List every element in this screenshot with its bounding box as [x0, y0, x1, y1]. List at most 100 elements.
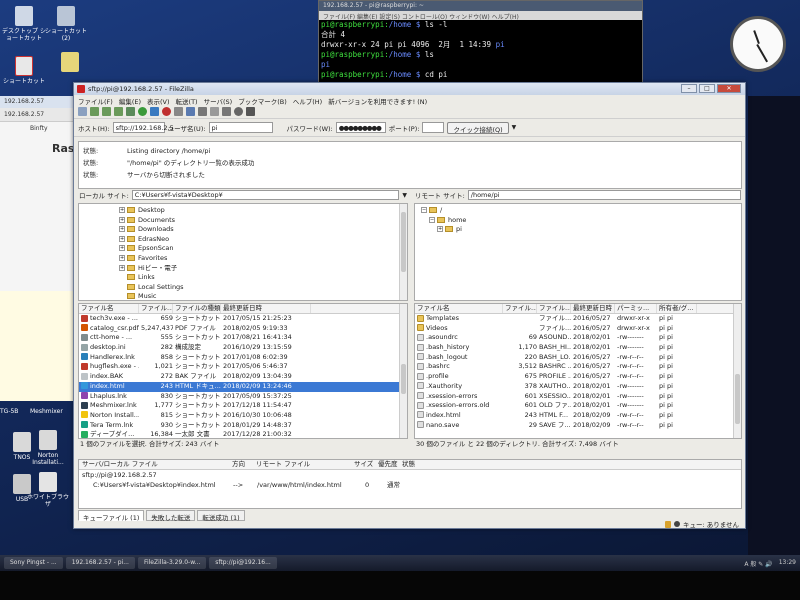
local-path-input[interactable]: C:¥Users¥f-vista¥Desktop¥ — [131, 190, 400, 200]
column-permissions[interactable]: パーミッ... — [615, 304, 657, 313]
host-input[interactable]: sftp://192.168.2.5 — [112, 122, 174, 133]
queue-column-local[interactable]: サーバ/ローカル ファイル — [79, 460, 229, 469]
file-row[interactable]: Meshmixer.lnk 1,777 ショートカット 2017/12/18 11:5… — [79, 401, 407, 411]
clock-gadget[interactable] — [730, 16, 786, 72]
local-tree[interactable]: + Desktop + Documents + Downloads + EdrasNeo + Ep… — [78, 203, 408, 301]
file-row[interactable]: catalog_csr.pdf 5,247,437 PDF ファイル 2018/02/… — [79, 324, 407, 334]
expand-icon[interactable]: + — [119, 207, 125, 213]
tree-item[interactable]: + EpsonScan — [119, 244, 407, 254]
file-row[interactable]: .bash_history 1,170 BASH_HI... 2018/02/01 -r… — [415, 343, 741, 353]
file-row[interactable]: Videos ファイル... 2016/05/27 drwxr-xr-x pi pi — [415, 324, 741, 334]
tree-item[interactable]: Local Settings — [119, 283, 407, 293]
menu-help[interactable]: ヘルプ(H) — [293, 96, 322, 106]
maximize-button[interactable]: □ — [699, 84, 715, 93]
column-size[interactable]: ファイル... — [139, 304, 173, 313]
desktop-icon[interactable]: ショートカット — [2, 56, 46, 85]
tree-item-root[interactable]: − / — [421, 206, 741, 216]
toggle-local-tree-icon[interactable] — [102, 107, 111, 116]
quickconnect-dropdown-icon[interactable]: ▼ — [512, 124, 517, 131]
transfer-queue[interactable]: サーバ/ローカル ファイル 方向 リモート ファイル サイズ 優先度 状態 sf… — [78, 459, 742, 509]
file-row[interactable]: tech3v.exe - ... 659 ショートカット 2017/05/15 21:… — [79, 314, 407, 324]
tab-failed-transfers[interactable]: 失敗した転送 — [146, 510, 196, 522]
column-modified[interactable]: 最終更新日時 — [221, 304, 311, 313]
menu-file[interactable]: ファイル(F) — [78, 96, 113, 106]
local-tree-scrollbar[interactable] — [399, 204, 407, 300]
taskbar-item[interactable]: 192.168.2.57 - pi... — [65, 557, 135, 569]
queue-item-row[interactable]: C:¥Users¥f-vista¥Desktop¥index.html --> … — [79, 480, 741, 490]
reconnect-icon[interactable] — [186, 107, 195, 116]
file-row[interactable]: .bashrc 3,512 BASHRC ... 2016/05/27 -rw-r--r… — [415, 362, 741, 372]
menu-transfer[interactable]: 転送(T) — [176, 96, 198, 106]
quickconnect-button[interactable]: クイック接続(Q) — [447, 121, 509, 134]
scroll-thumb[interactable] — [735, 374, 740, 424]
toggle-log-icon[interactable] — [90, 107, 99, 116]
remote-file-list[interactable]: ファイル名 ファイル... ファイル... 最終更新日時 パーミッ... 所有者… — [414, 303, 742, 439]
column-owner[interactable]: 所有者/グ... — [657, 304, 697, 313]
expand-icon[interactable]: + — [119, 264, 125, 271]
scroll-thumb[interactable] — [401, 364, 406, 394]
filter-icon[interactable] — [198, 107, 207, 116]
file-row[interactable]: .xsession-errors.old 601 OLD ファ... 2018/02/… — [415, 401, 741, 411]
tree-item-pi[interactable]: + pi — [421, 225, 741, 235]
tree-item[interactable]: Music — [119, 292, 407, 300]
column-type[interactable]: ファイル... — [537, 304, 571, 313]
username-input[interactable]: pi — [208, 122, 273, 133]
collapse-icon[interactable]: − — [421, 207, 427, 213]
tree-item[interactable]: + Downloads — [119, 225, 407, 235]
filezilla-window[interactable]: sftp://pi@192.168.2.57 - FileZilla – □ ✕… — [73, 82, 746, 529]
tree-item[interactable]: Links — [119, 273, 407, 283]
expand-icon[interactable]: + — [119, 245, 125, 252]
file-row[interactable]: .asoundrc 69 ASOUND... 2018/02/01 -rw-------… — [415, 333, 741, 343]
collapse-icon[interactable]: − — [429, 216, 435, 223]
file-row[interactable]: Templates ファイル... 2016/05/27 drwxr-xr-x pi p… — [415, 314, 741, 324]
scroll-thumb[interactable] — [401, 212, 406, 272]
refresh-icon[interactable] — [138, 107, 147, 116]
queue-column-size[interactable]: サイズ — [351, 460, 375, 469]
queue-column-remote[interactable]: リモート ファイル — [253, 460, 351, 469]
password-input[interactable]: ●●●●●●●●● — [335, 122, 386, 133]
desktop-icon[interactable]: ホワイトブラウザ — [26, 472, 70, 508]
queue-column-priority[interactable]: 優先度 — [375, 460, 399, 469]
desktop-icon[interactable]: デスクトップ ショートカット — [2, 6, 46, 42]
process-queue-icon[interactable] — [150, 107, 159, 116]
desktop-icon[interactable]: ショートカット (2) — [44, 6, 88, 42]
expand-icon[interactable]: + — [437, 226, 443, 233]
window-titlebar[interactable]: sftp://pi@192.168.2.57 - FileZilla – □ ✕ — [74, 83, 745, 95]
file-row[interactable]: Handlerex.lnk 858 ショートカット 2017/01/08 6:02:3… — [79, 353, 407, 363]
site-manager-icon[interactable] — [78, 107, 87, 116]
local-file-list[interactable]: ファイル名 ファイル... ファイルの種類 最終更新日時 tech3v.exe … — [78, 303, 408, 439]
binoculars-icon[interactable] — [246, 107, 255, 116]
column-filename[interactable]: ファイル名 — [79, 304, 139, 313]
taskbar-clock[interactable]: 13:29 — [779, 559, 796, 568]
port-input[interactable] — [422, 122, 445, 133]
queue-column-status[interactable]: 状態 — [399, 460, 439, 469]
expand-icon[interactable]: + — [119, 216, 125, 223]
file-row[interactable]: Norton Install... 815 ショートカット 2016/10/30 10… — [79, 411, 407, 421]
expand-icon[interactable]: + — [119, 226, 125, 233]
search-icon[interactable] — [234, 107, 243, 116]
file-row[interactable]: index.BAK 272 BAK ファイル 2018/02/09 13:04:39 — [79, 372, 407, 382]
cancel-icon[interactable] — [162, 107, 171, 116]
toggle-queue-icon[interactable] — [126, 107, 135, 116]
tree-item[interactable]: + Documents — [119, 216, 407, 226]
menu-edit[interactable]: 編集(E) — [119, 96, 141, 106]
tree-item[interactable]: + Hiビー・電子 — [119, 264, 407, 274]
taskbar-item[interactable]: FileZilla-3.29.0-w... — [137, 557, 207, 569]
expand-icon[interactable]: + — [119, 254, 125, 261]
dropdown-icon[interactable]: ▼ — [402, 192, 407, 199]
tray-icons[interactable]: A 般 ✎ 🔊 — [744, 559, 772, 568]
file-row[interactable]: desktop.ini 282 構成設定 2016/10/29 13:15:59 — [79, 343, 407, 353]
remote-tree[interactable]: − / − home + pi — [414, 203, 742, 301]
file-row[interactable]: Lhaplus.lnk 830 ショートカット 2017/05/09 15:37:25 — [79, 392, 407, 402]
menu-new-version[interactable]: 新バージョンを利用できます! (N) — [328, 96, 427, 106]
column-filename[interactable]: ファイル名 — [415, 304, 503, 313]
file-row[interactable]: Tera Term.lnk 930 ショートカット 2018/01/29 14:48:… — [79, 421, 407, 431]
terminal-window[interactable]: 192.168.2.57 - pi@raspberrypi: ~ ファイル(F)… — [318, 0, 643, 86]
remote-list-scrollbar[interactable] — [733, 304, 741, 438]
taskbar-item[interactable]: sftp://pi@192.16... — [209, 557, 277, 569]
taskbar-item[interactable]: Sony Pingst - ... — [4, 557, 63, 569]
local-list-scrollbar[interactable] — [399, 304, 407, 438]
column-modified[interactable]: 最終更新日時 — [571, 304, 615, 313]
compare-icon[interactable] — [210, 107, 219, 116]
queue-server-row[interactable]: sftp://pi@192.168.2.57 — [79, 470, 741, 480]
